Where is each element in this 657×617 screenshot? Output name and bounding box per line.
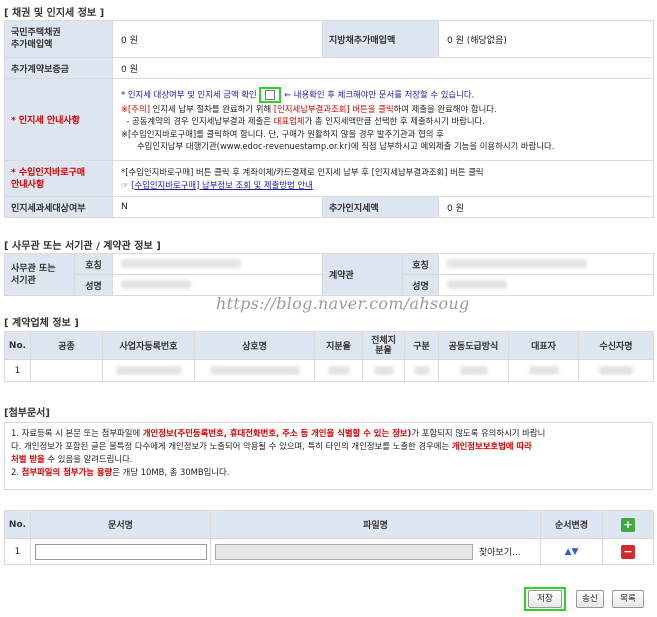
company-section-title: [ 계약업체 정보 ] [4,318,79,329]
col-add: + [602,510,654,539]
stamp-confirm-checkbox[interactable] [265,89,276,100]
row-company-name [194,359,315,382]
additional-stamp-label: 추가인지세액 [322,196,439,218]
contract-officer-label: 계약관 [322,253,403,296]
doc-name-input[interactable] [35,543,207,560]
office-title-label: 호칭 [74,253,113,275]
order-arrows-icon[interactable]: ▲▼ [540,538,603,565]
office-section-title: [ 사무관 또는 서기관 / 계약관 정보 ] [4,241,161,252]
remove-cell: − [602,538,654,565]
officer-title-value [438,253,654,275]
blog-watermark: https://blog.naver.com/ahsoug [216,294,470,313]
col-total-share: 전체지분율 [362,331,405,360]
list-button[interactable]: 목록 [612,590,644,608]
stamp-buy-line: *[수입인지바로구매] 버튼 클릭 후 계좌이체/카드결제로 인지세 납부 후 … [121,166,484,177]
file-path-input[interactable] [215,543,473,560]
row-representative [508,359,579,382]
col-attach-no: No. [4,510,31,539]
attachment-table: No. 문서명 파일명 순서변경 + 1 찾아보기... ▲▼ − [4,510,654,565]
row-joint-method [438,359,509,382]
save-button[interactable]: 저장 [528,590,562,608]
additional-stamp-value: 0 원 [438,196,654,218]
bond-section-title: [ 채권 및 인지세 정보 ] [4,8,105,19]
col-doc-name: 문서명 [30,510,211,539]
file-name-cell: 찾아보기... [210,538,541,565]
remove-row-icon[interactable]: − [621,544,635,559]
company-table: No. 공종 사업자등록번호 상호명 지분율 전체지분율 구분 공동도급방식 대… [4,331,654,382]
stamp-buy-content: *[수입인지바로구매] 버튼 클릭 후 계좌이체/카드결제로 인지세 납부 후 … [112,160,654,197]
contract-deposit-label: 추가계약보증금 [4,57,113,79]
doc-name-cell [30,538,211,565]
browse-button[interactable]: 찾아보기... [479,548,521,558]
stamp-check-line: * 인지세 대상여부 및 인지세 금액 확인 ← 내용확인 후 체크해야만 문서… [121,86,645,103]
row-biz-number [102,359,195,382]
table-row: 1 찾아보기... ▲▼ − [4,538,654,565]
table-row[interactable]: 1 [4,359,654,382]
national-bond-label: 국민주택채권 추가매입액 [4,20,113,58]
add-row-icon[interactable]: + [621,517,635,532]
col-company-name: 상호명 [194,331,315,360]
attachment-table-header: No. 문서명 파일명 순서변경 + [4,510,654,539]
col-work-type: 공종 [30,331,103,360]
officer-title-label: 호칭 [402,253,439,275]
office-name-value [112,274,323,296]
local-bond-label: 지방채추가매입액 [322,20,439,58]
privacy-notice: 1. 자료등록 시 본문 또는 첨부파일에 개인정보(주민등록번호, 휴대전화번… [4,422,653,490]
stamp-target-label: 인지세과세대상여부 [4,196,113,218]
row-recipient [578,359,654,382]
col-biz-number: 사업자등록번호 [102,331,195,360]
officer-name-value [438,274,654,296]
row-division [404,359,439,382]
stamp-buy-label: * 수입인지바로구매 안내사항 [4,160,113,197]
officer-name-label: 성명 [402,274,439,296]
company-table-header: No. 공종 사업자등록번호 상호명 지분율 전체지분율 구분 공동도급방식 대… [4,331,654,360]
col-no: No. [4,331,31,360]
row-work-type [30,359,103,382]
send-button[interactable]: 송신 [576,590,604,608]
stamp-joint-line: - 공동계약의 경우 인지세납부결과 제출은 대표업체가 총 인지세액만큼 선택… [121,116,485,127]
contract-deposit-value: 0 원 [112,57,654,79]
col-file-name: 파일명 [210,510,541,539]
office-label: 사무관 또는 서기관 [4,253,75,296]
attach-row-no: 1 [4,538,31,565]
row-no: 1 [4,359,31,382]
row-total-share [362,359,405,382]
stamp-warning-line: ※[주의] 인지세 납부 절차를 완료하기 위해 [인지세납부결과조회] 버튼을… [121,103,497,114]
attachment-section-title: [첨부문서] [4,408,50,419]
external-link-icon: ☞ [121,179,132,190]
stamp-buy-note-line: ※[수입인지바로구매]를 클릭하여 합니다. 단, 구매가 원활하지 않을 경우… [121,128,444,139]
col-recipient: 수신자명 [578,331,654,360]
col-representative: 대표자 [508,331,579,360]
office-info-table: 사무관 또는 서기관 호칭 계약관 호칭 성명 성명 [4,253,654,296]
office-name-label: 성명 [74,274,113,296]
bond-info-table: 국민주택채권 추가매입액 0 원 지방채추가매입액 0 원 (해당없음) 추가계… [4,20,654,218]
stamp-agency-line: 수입인지납부 대행기관(www.edoc-revenuestamp.or.kr)… [121,140,555,151]
stamp-buy-guide-link[interactable]: ☞ [수입인지바로구매] 납부정보 조회 및 제출방법 안내 [121,179,645,192]
col-joint-method: 공동도급방식 [438,331,509,360]
col-division: 구분 [404,331,439,360]
local-bond-value: 0 원 (해당없음) [438,20,654,58]
stamp-guide-label: * 인지세 안내사항 [4,78,113,161]
stamp-guide-content: * 인지세 대상여부 및 인지세 금액 확인 ← 내용확인 후 체크해야만 문서… [112,78,654,161]
col-order: 순서변경 [540,510,603,539]
stamp-target-value: N [112,196,323,218]
office-title-value [112,253,323,275]
stamp-confirm-highlight [259,86,282,103]
national-bond-value: 0 원 [112,20,323,58]
col-share: 지분율 [314,331,363,360]
row-share [314,359,363,382]
